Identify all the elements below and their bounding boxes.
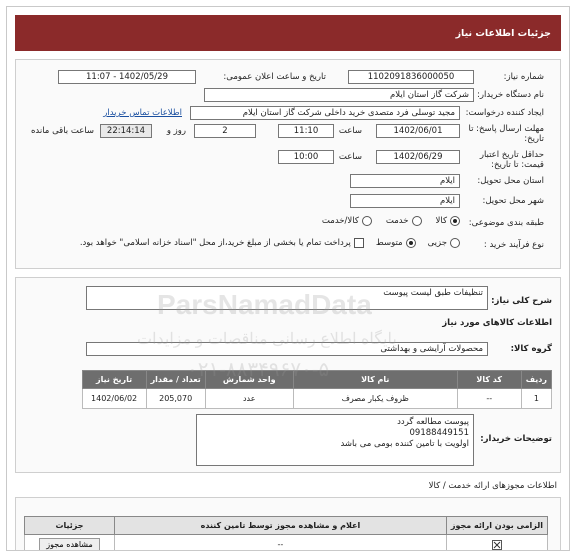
need-number-field: 1102091836000050 [348,70,474,84]
summary-label: شرح کلی نیاز: [491,296,552,306]
need-details-panel: جزئیات اطلاعات نیاز شماره نیاز: 11020918… [6,6,570,551]
process-option-minor-label: جزیی [427,238,447,248]
radio-icon[interactable] [450,238,460,248]
category-option-service-label: خدمت [385,216,409,226]
deadline-time-field: 11:10 [278,124,334,138]
validity-label: حداقل تاریخ اعتبار قیمت: تا تاریخ: [479,150,544,170]
deadline-label: مهلت ارسال پاسخ: تا تاریخ: [468,124,544,144]
cell-supplier-license: -- [114,534,447,550]
buyer-contact-link[interactable]: اطلاعات تماس خریدار [103,108,182,118]
announce-label: تاریخ و ساعت اعلان عمومی: [223,72,326,82]
cell-date: 1402/06/02 [81,388,147,409]
process-label: نوع فرآیند خرید : [483,240,544,250]
city-label: شهر محل تحویل: [482,196,544,206]
radio-selected-icon[interactable] [450,216,460,226]
cell-qty: 205,070 [145,388,206,409]
need-number-label: شماره نیاز: [503,72,544,82]
col-date: تاریخ نیاز [81,370,147,389]
process-radio-group: جزیی متوسط پرداخت تمام یا بخشی از مبلغ خ… [80,238,460,248]
col-code: کد کالا [456,370,522,389]
category-option-goods-label: کالا [435,216,447,226]
goods-table-header: ردیف کد کالا نام کالا واحد شمارش تعداد /… [81,370,553,389]
x-mark-icon [493,541,501,548]
col-supplier-license: اعلام و مشاهده مجوز توسط تامین کننده [114,516,447,535]
process-option-medium[interactable]: متوسط [376,238,416,248]
goods-section: شرح کلی نیاز: تنظیفات طبق لیست پیوست اطل… [15,277,561,473]
category-radio-group: کالا خدمت کالا/خدمت [322,216,460,226]
buyer-notes-line: پیوست مطالعه گردد [397,417,469,427]
radio-icon[interactable] [361,216,372,226]
service-table: الزامی بودن ارائه مجوز اعلام و مشاهده مج… [24,516,549,550]
goods-group-field: محصولات آرایشی و بهداشتی [86,342,488,356]
treasury-payment-option[interactable]: پرداخت تمام یا بخشی از مبلغ خرید،از محل … [80,238,364,248]
buyer-notes-label: توضیحات خریدار: [480,434,552,444]
service-table-wrap: الزامی بودن ارائه مجوز اعلام و مشاهده مج… [24,516,549,550]
buyer-notes-box: پیوست مطالعه گردد 09188449151 اولویت با … [196,414,474,466]
province-label: استان محل تحویل: [477,176,544,186]
process-option-minor[interactable]: جزیی [428,238,460,248]
category-option-goods-service-label: کالا/خدمت [321,216,359,226]
deadline-time-label: ساعت [338,126,362,136]
remaining-label: ساعت باقی مانده [30,126,94,136]
cell-required [445,534,549,550]
goods-table-wrap: ردیف کد کالا نام کالا واحد شمارش تعداد /… [81,370,553,409]
validity-time-label: ساعت [338,152,362,162]
view-license-button[interactable]: مشاهده مجوز [39,537,100,550]
summary-field: تنظیفات طبق لیست پیوست [86,286,488,310]
table-row: -- مشاهده مجوز [24,534,549,550]
category-option-goods-service[interactable]: کالا/خدمت [322,216,372,226]
validity-time-field: 10:00 [278,150,334,164]
creator-field: مجید توسلی فرد متصدی خرید داخلی شرکت گاز… [190,106,460,120]
announce-field: 1402/05/29 - 11:07 [58,70,196,84]
goods-group-label: گروه کالا: [510,344,552,354]
radio-selected-icon[interactable] [405,238,416,248]
col-details: جزئیات [24,516,115,535]
cell-name: ظروف یکبار مصرف [292,388,458,409]
days-label: روز و [166,126,186,136]
radio-icon[interactable] [411,216,422,226]
city-field: ایلام [350,194,460,208]
cell-unit: عدد [204,388,294,409]
col-row: ردیف [520,370,553,389]
col-name: نام کالا [292,370,458,389]
buyer-org-label: نام دستگاه خریدار: [477,90,544,100]
buyer-notes-line: 09188449151 [409,428,470,438]
checkbox-icon[interactable] [353,238,364,248]
days-field: 2 [194,124,256,138]
creator-label: ایجاد کننده درخواست: [465,108,544,118]
checkbox-icon[interactable] [491,539,502,550]
panel-title: جزئیات اطلاعات نیاز [15,15,561,51]
deadline-date-field: 1402/06/01 [376,124,460,138]
table-row[interactable]: 1 -- ظروف یکبار مصرف عدد 205,070 1402/06… [81,388,553,409]
cell-details: مشاهده مجوز [24,534,115,550]
remaining-time-field: 22:14:14 [100,124,152,138]
process-option-medium-label: متوسط [375,238,403,248]
col-required: الزامی بودن ارائه مجوز [445,516,549,535]
category-label: طبقه بندی موضوعی: [468,218,544,228]
treasury-payment-note: پرداخت تمام یا بخشی از مبلغ خرید،از محل … [79,238,351,248]
service-section: الزامی بودن ارائه مجوز اعلام و مشاهده مج… [15,497,561,550]
service-title: اطلاعات مجوزهای ارائه خدمت / کالا [15,481,557,491]
col-qty: تعداد / مقدار [145,370,206,389]
service-title-text: اطلاعات مجوزهای ارائه خدمت / کالا [428,481,557,491]
cell-code: -- [456,388,522,409]
goods-info-title: اطلاعات کالاهای مورد نیاز [442,318,552,328]
goods-table: ردیف کد کالا نام کالا واحد شمارش تعداد /… [81,370,553,409]
service-table-header: الزامی بودن ارائه مجوز اعلام و مشاهده مج… [24,516,549,535]
category-option-service[interactable]: خدمت [386,216,422,226]
buyer-org-field: شرکت گاز استان ایلام [204,88,474,102]
cell-row: 1 [520,388,553,409]
need-info-box: شماره نیاز: 1102091836000050 تاریخ و ساع… [15,59,561,269]
province-field: ایلام [350,174,460,188]
panel-title-text: جزئیات اطلاعات نیاز [455,27,551,39]
validity-date-field: 1402/06/29 [376,150,460,164]
buyer-notes-line: اولویت با تامین کننده بومی می باشد [340,439,469,449]
category-option-goods[interactable]: کالا [436,216,460,226]
col-unit: واحد شمارش [204,370,294,389]
